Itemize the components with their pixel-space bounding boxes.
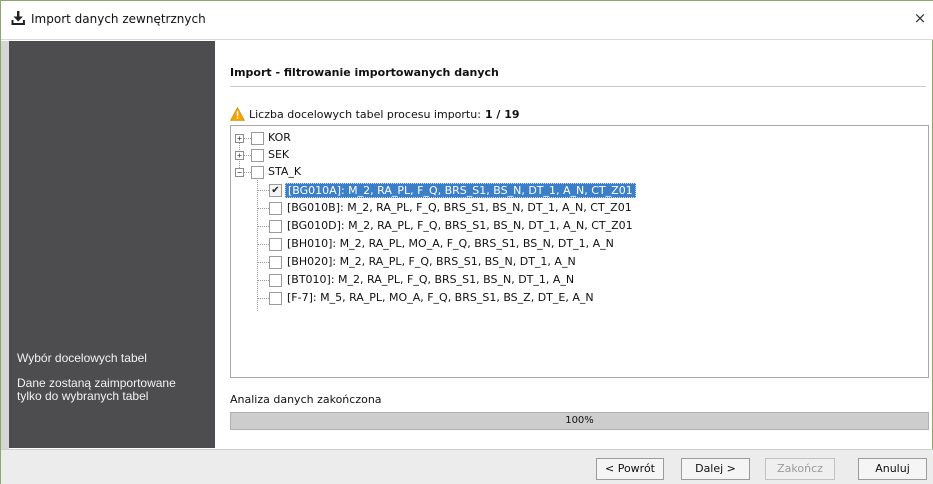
window-title: Import danych zewnętrznych [31, 12, 206, 26]
tree-item-label: [BH010]: M_2, RA_PL, MO_A, F_Q, BRS_S1, … [287, 237, 614, 250]
tree-connector [244, 172, 251, 173]
close-icon[interactable]: × [912, 9, 928, 27]
button-bar: < Powrót Dalej > Zakończ Anuluj [1, 449, 933, 484]
tree-item-label: [F-7]: M_5, RA_PL, MO_A, F_Q, BRS_S1, BS… [287, 291, 594, 304]
tree-connector [257, 298, 269, 299]
tree-group-label: SEK [268, 148, 290, 161]
tree-connector [244, 155, 251, 156]
expand-icon[interactable]: + [235, 134, 244, 143]
left-border-strip [1, 41, 9, 484]
tree-group-kor[interactable]: + KOR [231, 131, 431, 146]
checkbox[interactable] [251, 149, 264, 162]
tree-group-sta-k[interactable]: − STA_K [231, 165, 431, 180]
tree-item[interactable]: [BT010]: M_2, RA_PL, F_Q, BRS_S1, BS_N, … [231, 273, 681, 288]
tree-item[interactable]: [BG010B]: M_2, RA_PL, F_Q, BRS_S1, BS_N,… [231, 201, 681, 216]
tree-connector [257, 226, 269, 227]
tree-connector [257, 190, 269, 191]
tree-item-label: [BH020]: M_2, RA_PL, F_Q, BRS_S1, BS_N, … [287, 255, 576, 268]
status-text: Analiza danych zakończona [230, 393, 382, 406]
tree-connector [257, 244, 269, 245]
title-divider [230, 86, 926, 87]
expand-icon[interactable]: + [235, 151, 244, 160]
import-download-icon [11, 11, 25, 25]
tree-item[interactable]: [BG010D]: M_2, RA_PL, F_Q, BRS_S1, BS_N,… [231, 219, 681, 234]
warning-message: Liczba docelowych tabel procesu importu:… [230, 106, 520, 122]
back-button[interactable]: < Powrót [596, 458, 664, 480]
tree-item[interactable]: ✔ [BG010A]: M_2, RA_PL, F_Q, BRS_S1, BS_… [231, 183, 681, 198]
checkbox[interactable] [269, 256, 282, 269]
warning-triangle-icon [230, 107, 245, 121]
checkbox[interactable] [269, 202, 282, 215]
wizard-sidebar: Wybór docelowych tabel Dane zostaną zaim… [9, 41, 215, 448]
checkbox[interactable] [251, 132, 264, 145]
tree-connector [257, 280, 269, 281]
tree-connector [257, 208, 269, 209]
sidebar-step-description: Dane zostaną zaimportowane tylko do wybr… [17, 376, 176, 403]
tree-item[interactable]: [F-7]: M_5, RA_PL, MO_A, F_Q, BRS_S1, BS… [231, 291, 681, 306]
tree-group-sek[interactable]: + SEK [231, 148, 431, 163]
tree-connector [244, 138, 251, 139]
finish-button[interactable]: Zakończ [765, 458, 835, 480]
tree-item-label: [BG010A]: M_2, RA_PL, F_Q, BRS_S1, BS_N,… [285, 183, 636, 198]
checkbox[interactable] [269, 292, 282, 305]
progress-label: 100% [565, 415, 594, 426]
tree-item[interactable]: [BH010]: M_2, RA_PL, MO_A, F_Q, BRS_S1, … [231, 237, 681, 252]
warning-label: Liczba docelowych tabel procesu importu: [249, 107, 481, 121]
tree-item-label: [BT010]: M_2, RA_PL, F_Q, BRS_S1, BS_N, … [287, 273, 575, 286]
warning-count: 1 / 19 [484, 107, 520, 121]
tree-item-label: [BG010B]: M_2, RA_PL, F_Q, BRS_S1, BS_N,… [287, 201, 632, 214]
checkbox[interactable] [269, 238, 282, 251]
progress-bar: 100% [230, 412, 929, 430]
checkbox[interactable] [251, 166, 264, 179]
checkbox-checked[interactable]: ✔ [269, 184, 282, 197]
tree-group-label: STA_K [268, 165, 302, 178]
checkbox[interactable] [269, 220, 282, 233]
sidebar-step-title: Wybór docelowych tabel [17, 351, 147, 365]
page-title: Import - filtrowanie importowanych danyc… [230, 66, 499, 79]
cancel-button[interactable]: Anuluj [858, 458, 927, 480]
import-dialog: Import danych zewnętrznych × Wybór docel… [0, 0, 933, 484]
checkbox[interactable] [269, 274, 282, 287]
tree-group-label: KOR [268, 131, 291, 144]
tree-item-label: [BG010D]: M_2, RA_PL, F_Q, BRS_S1, BS_N,… [287, 219, 633, 232]
collapse-icon[interactable]: − [235, 168, 244, 177]
tree-connector [257, 262, 269, 263]
tree-item[interactable]: [BH020]: M_2, RA_PL, F_Q, BRS_S1, BS_N, … [231, 255, 681, 270]
next-button[interactable]: Dalej > [681, 458, 750, 480]
table-tree[interactable]: + KOR + SEK − STA_K ✔ [BG010A]: M_2, RA_… [230, 125, 929, 378]
title-bar: Import danych zewnętrznych × [1, 1, 933, 40]
